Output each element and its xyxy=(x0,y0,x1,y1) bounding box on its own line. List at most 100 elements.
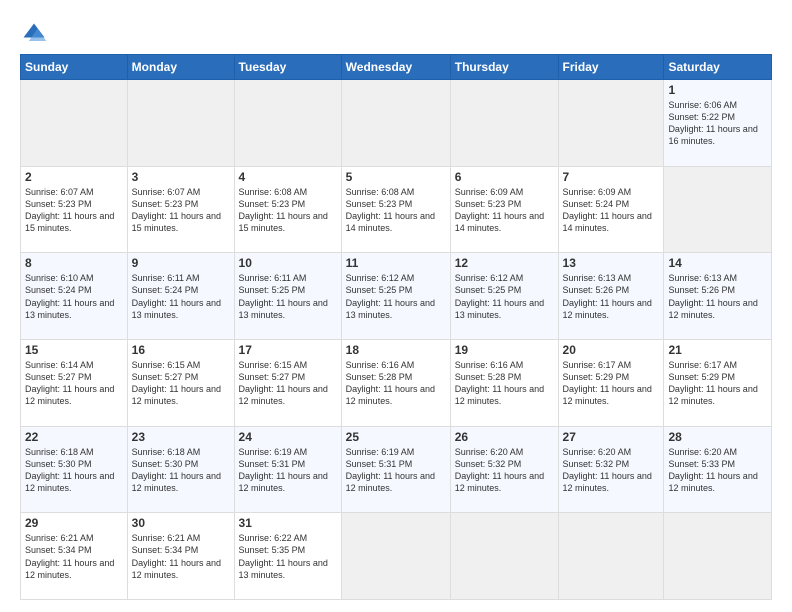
day-number: 10 xyxy=(239,256,337,270)
cell-info: Sunrise: 6:12 AMSunset: 5:25 PMDaylight:… xyxy=(455,273,544,319)
calendar-week-1: 2Sunrise: 6:07 AMSunset: 5:23 PMDaylight… xyxy=(21,166,772,253)
calendar-cell: 18 Sunrise: 6:16 AMSunset: 5:28 PMDayligh… xyxy=(341,339,450,426)
page: SundayMondayTuesdayWednesdayThursdayFrid… xyxy=(0,0,792,612)
calendar-cell xyxy=(450,513,558,600)
day-number: 13 xyxy=(563,256,660,270)
calendar-cell: 1 Sunrise: 6:06 AMSunset: 5:22 PMDaylight… xyxy=(664,80,772,167)
cell-info: Sunrise: 6:22 AMSunset: 5:35 PMDaylight:… xyxy=(239,533,328,579)
calendar-cell xyxy=(341,80,450,167)
day-number: 1 xyxy=(668,83,767,97)
cell-info: Sunrise: 6:11 AMSunset: 5:24 PMDaylight:… xyxy=(132,273,221,319)
day-number: 6 xyxy=(455,170,554,184)
calendar-cell: 10 Sunrise: 6:11 AMSunset: 5:25 PMDayligh… xyxy=(234,253,341,340)
calendar-cell xyxy=(558,80,664,167)
day-number: 11 xyxy=(346,256,446,270)
cell-info: Sunrise: 6:08 AMSunset: 5:23 PMDaylight:… xyxy=(239,187,328,233)
day-number: 9 xyxy=(132,256,230,270)
calendar-cell: 7Sunrise: 6:09 AMSunset: 5:24 PMDaylight… xyxy=(558,166,664,253)
header xyxy=(20,16,772,48)
cell-info: Sunrise: 6:07 AMSunset: 5:23 PMDaylight:… xyxy=(132,187,221,233)
calendar-week-2: 8Sunrise: 6:10 AMSunset: 5:24 PMDaylight… xyxy=(21,253,772,340)
cell-info: Sunrise: 6:16 AMSunset: 5:28 PMDaylight:… xyxy=(346,360,435,406)
cell-info: Sunrise: 6:09 AMSunset: 5:23 PMDaylight:… xyxy=(455,187,544,233)
calendar-body: 1 Sunrise: 6:06 AMSunset: 5:22 PMDaylight… xyxy=(21,80,772,600)
day-number: 29 xyxy=(25,516,123,530)
day-number: 14 xyxy=(668,256,767,270)
calendar-week-0: 1 Sunrise: 6:06 AMSunset: 5:22 PMDaylight… xyxy=(21,80,772,167)
day-number: 20 xyxy=(563,343,660,357)
cell-info: Sunrise: 6:06 AMSunset: 5:22 PMDaylight:… xyxy=(668,100,757,146)
cell-info: Sunrise: 6:19 AMSunset: 5:31 PMDaylight:… xyxy=(239,447,328,493)
day-number: 30 xyxy=(132,516,230,530)
logo-icon xyxy=(20,20,48,48)
cell-info: Sunrise: 6:07 AMSunset: 5:23 PMDaylight:… xyxy=(25,187,114,233)
day-number: 22 xyxy=(25,430,123,444)
cell-info: Sunrise: 6:13 AMSunset: 5:26 PMDaylight:… xyxy=(563,273,652,319)
cell-info: Sunrise: 6:21 AMSunset: 5:34 PMDaylight:… xyxy=(132,533,221,579)
calendar-cell: 23Sunrise: 6:18 AMSunset: 5:30 PMDayligh… xyxy=(127,426,234,513)
calendar-cell: 4 Sunrise: 6:08 AMSunset: 5:23 PMDaylight… xyxy=(234,166,341,253)
day-number: 24 xyxy=(239,430,337,444)
calendar-cell: 3 Sunrise: 6:07 AMSunset: 5:23 PMDaylight… xyxy=(127,166,234,253)
calendar-cell: 19 Sunrise: 6:16 AMSunset: 5:28 PMDayligh… xyxy=(450,339,558,426)
calendar-week-5: 29 Sunrise: 6:21 AMSunset: 5:34 PMDayligh… xyxy=(21,513,772,600)
cell-info: Sunrise: 6:17 AMSunset: 5:29 PMDaylight:… xyxy=(563,360,652,406)
logo xyxy=(20,20,52,48)
calendar-week-3: 15 Sunrise: 6:14 AMSunset: 5:27 PMDayligh… xyxy=(21,339,772,426)
calendar-cell: 11Sunrise: 6:12 AMSunset: 5:25 PMDayligh… xyxy=(341,253,450,340)
day-number: 15 xyxy=(25,343,123,357)
calendar-cell: 9 Sunrise: 6:11 AMSunset: 5:24 PMDaylight… xyxy=(127,253,234,340)
cell-info: Sunrise: 6:14 AMSunset: 5:27 PMDaylight:… xyxy=(25,360,114,406)
calendar-cell: 30 Sunrise: 6:21 AMSunset: 5:34 PMDayligh… xyxy=(127,513,234,600)
cell-info: Sunrise: 6:11 AMSunset: 5:25 PMDaylight:… xyxy=(239,273,328,319)
calendar-cell: 13 Sunrise: 6:13 AMSunset: 5:26 PMDayligh… xyxy=(558,253,664,340)
day-number: 4 xyxy=(239,170,337,184)
cell-info: Sunrise: 6:18 AMSunset: 5:30 PMDaylight:… xyxy=(25,447,114,493)
calendar-week-4: 22 Sunrise: 6:18 AMSunset: 5:30 PMDayligh… xyxy=(21,426,772,513)
calendar-cell xyxy=(341,513,450,600)
cell-info: Sunrise: 6:09 AMSunset: 5:24 PMDaylight:… xyxy=(563,187,652,233)
header-cell-tuesday: Tuesday xyxy=(234,55,341,80)
day-number: 8 xyxy=(25,256,123,270)
calendar-cell xyxy=(664,513,772,600)
header-cell-sunday: Sunday xyxy=(21,55,128,80)
calendar-cell: 15 Sunrise: 6:14 AMSunset: 5:27 PMDayligh… xyxy=(21,339,128,426)
cell-info: Sunrise: 6:18 AMSunset: 5:30 PMDaylight:… xyxy=(132,447,221,493)
cell-info: Sunrise: 6:15 AMSunset: 5:27 PMDaylight:… xyxy=(239,360,328,406)
calendar-cell xyxy=(450,80,558,167)
day-number: 12 xyxy=(455,256,554,270)
header-row: SundayMondayTuesdayWednesdayThursdayFrid… xyxy=(21,55,772,80)
header-cell-monday: Monday xyxy=(127,55,234,80)
header-cell-thursday: Thursday xyxy=(450,55,558,80)
calendar-cell: 29Sunrise: 6:21 AMSunset: 5:34 PMDayligh… xyxy=(21,513,128,600)
calendar-cell: 22 Sunrise: 6:18 AMSunset: 5:30 PMDayligh… xyxy=(21,426,128,513)
day-number: 31 xyxy=(239,516,337,530)
calendar-cell: 8Sunrise: 6:10 AMSunset: 5:24 PMDaylight… xyxy=(21,253,128,340)
calendar-cell: 27Sunrise: 6:20 AMSunset: 5:32 PMDayligh… xyxy=(558,426,664,513)
calendar-cell: 12 Sunrise: 6:12 AMSunset: 5:25 PMDayligh… xyxy=(450,253,558,340)
day-number: 5 xyxy=(346,170,446,184)
calendar-cell: 17Sunrise: 6:15 AMSunset: 5:27 PMDayligh… xyxy=(234,339,341,426)
calendar-cell xyxy=(234,80,341,167)
day-number: 28 xyxy=(668,430,767,444)
day-number: 18 xyxy=(346,343,446,357)
calendar-cell xyxy=(127,80,234,167)
day-number: 25 xyxy=(346,430,446,444)
calendar-cell: 6 Sunrise: 6:09 AMSunset: 5:23 PMDaylight… xyxy=(450,166,558,253)
header-cell-friday: Friday xyxy=(558,55,664,80)
day-number: 19 xyxy=(455,343,554,357)
cell-info: Sunrise: 6:16 AMSunset: 5:28 PMDaylight:… xyxy=(455,360,544,406)
day-number: 16 xyxy=(132,343,230,357)
cell-info: Sunrise: 6:20 AMSunset: 5:33 PMDaylight:… xyxy=(668,447,757,493)
calendar-cell: 21Sunrise: 6:17 AMSunset: 5:29 PMDayligh… xyxy=(664,339,772,426)
calendar: SundayMondayTuesdayWednesdayThursdayFrid… xyxy=(20,54,772,600)
calendar-cell: 25 Sunrise: 6:19 AMSunset: 5:31 PMDayligh… xyxy=(341,426,450,513)
day-number: 21 xyxy=(668,343,767,357)
cell-info: Sunrise: 6:08 AMSunset: 5:23 PMDaylight:… xyxy=(346,187,435,233)
calendar-cell xyxy=(558,513,664,600)
calendar-cell xyxy=(21,80,128,167)
calendar-cell xyxy=(664,166,772,253)
day-number: 3 xyxy=(132,170,230,184)
cell-info: Sunrise: 6:13 AMSunset: 5:26 PMDaylight:… xyxy=(668,273,757,319)
cell-info: Sunrise: 6:19 AMSunset: 5:31 PMDaylight:… xyxy=(346,447,435,493)
